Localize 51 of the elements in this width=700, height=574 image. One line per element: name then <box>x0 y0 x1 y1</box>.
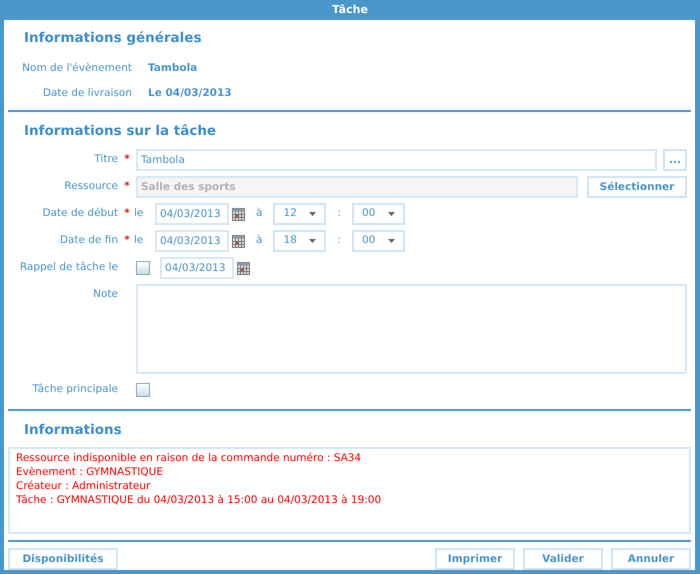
field-label: Ressource <box>63 179 118 194</box>
footer-button[interactable]: Imprimer <box>435 548 515 570</box>
checkbox[interactable] <box>136 261 150 276</box>
section-heading: Informations sur la tâche <box>23 122 218 142</box>
time-select[interactable]: 18 <box>273 230 326 252</box>
calendar-icon[interactable] <box>237 262 250 275</box>
date-field[interactable]: 04/03/2013 <box>155 230 229 252</box>
section-heading: Informations <box>23 420 123 440</box>
field-label: à <box>256 233 262 248</box>
footer-button[interactable]: Disponibilités <box>8 548 118 570</box>
caret-icon <box>309 212 316 216</box>
info-line: Evènement : GYMNASTIQUE <box>16 464 164 479</box>
footer-button[interactable]: Annuler <box>611 548 691 570</box>
field-label: : <box>337 206 341 222</box>
field-label: à <box>256 206 262 222</box>
field-label: Date de livraison <box>42 86 132 101</box>
field-label: Nom de l'évènement <box>21 60 132 76</box>
time-select[interactable]: 00 <box>352 203 405 226</box>
text-field[interactable]: Tambola <box>136 149 658 172</box>
field-label: Note <box>92 286 118 302</box>
calendar-icon[interactable] <box>232 208 245 221</box>
required-mark: * <box>123 233 131 248</box>
field-label: Titre <box>93 152 118 168</box>
date-field[interactable]: 04/03/2013 <box>160 257 234 280</box>
required-mark: * <box>123 206 131 222</box>
checkbox[interactable] <box>136 383 150 398</box>
section-heading: Informations générales <box>23 29 202 48</box>
field-label: le <box>134 206 144 222</box>
info-line: Créateur : Administrateur <box>16 478 152 493</box>
required-mark: * <box>123 179 131 194</box>
calendar-icon[interactable] <box>232 234 245 248</box>
footer-button[interactable]: Valider <box>523 548 603 570</box>
field-value: Tambola <box>148 60 198 76</box>
field-value: Le 04/03/2013 <box>148 86 232 101</box>
time-select[interactable]: 00 <box>352 230 405 252</box>
field-label: Date de début <box>42 206 118 222</box>
caret-icon <box>388 212 395 216</box>
caret-icon <box>388 239 395 244</box>
info-line: Ressource indisponible en raison de la commande numéro : SA34 <box>16 450 362 465</box>
required-mark: * <box>123 152 131 168</box>
field-label: le <box>134 233 144 248</box>
date-field[interactable]: 04/03/2013 <box>155 203 229 226</box>
time-select[interactable]: 12 <box>273 203 326 226</box>
caret-icon <box>309 239 316 244</box>
field-label: Date de fin <box>58 233 118 248</box>
note-field[interactable] <box>136 284 687 374</box>
field-label: : <box>337 233 341 248</box>
field-label: Rappel de tâche le <box>18 260 118 276</box>
more-button[interactable]: ... <box>663 149 687 172</box>
field-label: Tâche principale <box>31 382 118 398</box>
info-line: Tâche : GYMNASTIQUE du 04/03/2013 à 15:00 au 04/03/2013 à 19:00 <box>16 492 382 507</box>
